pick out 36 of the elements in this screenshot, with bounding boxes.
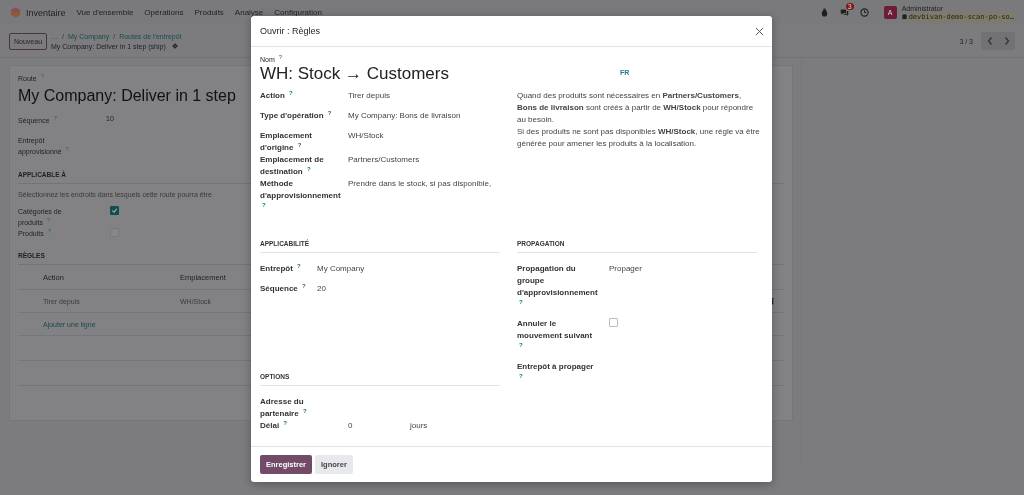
field-label: Emplacement d'origine $^{?}$: [260, 130, 314, 154]
close-icon[interactable]: [755, 26, 764, 36]
menu-item[interactable]: Produits: [194, 8, 224, 17]
field-label: Type d'opération $^{?}$: [260, 110, 333, 122]
checkbox[interactable]: [110, 206, 119, 215]
field-label: Entrepôt $^{?}$: [260, 263, 302, 275]
field-value[interactable]: My Company: Bons de livraison: [348, 110, 500, 130]
field-label: Délai $^{?}$: [260, 420, 288, 432]
database-icon: [901, 14, 907, 20]
checkbox[interactable]: [609, 318, 618, 327]
app-name[interactable]: Inventaire: [26, 7, 66, 18]
clock-icon[interactable]: [859, 8, 869, 17]
menu-item[interactable]: Opérations: [144, 8, 184, 17]
menu-item[interactable]: Configuration: [274, 8, 322, 17]
field-value[interactable]: 0: [348, 420, 410, 440]
bug-icon[interactable]: [819, 8, 829, 17]
rule-name-field[interactable]: WH: Stock → Customers: [260, 64, 449, 84]
description-text: Si des produits ne sont pas disponibles WH/Stock, une règle va être générée pour amener les produits à la localisation.: [517, 126, 761, 150]
field-label: Adresse du partenaire $^{?}$: [260, 396, 308, 420]
field-value[interactable]: Tirer depuis: [348, 90, 500, 110]
field-value[interactable]: 20: [317, 283, 326, 303]
chevron-left-icon: [985, 36, 994, 46]
settings-icon[interactable]: [171, 43, 178, 49]
menu-item[interactable]: Analyse: [234, 8, 264, 17]
chevron-right-icon: [1002, 36, 1011, 46]
field-label: Séquence $^{?}$: [260, 283, 307, 295]
unit-label: jours: [410, 420, 428, 432]
field-value[interactable]: My Company: [317, 263, 365, 283]
menu-item[interactable]: Vue d'ensemble: [76, 8, 134, 17]
dialog-title: Ouvrir : Règles: [260, 26, 322, 36]
field-value[interactable]: Propager: [609, 263, 642, 318]
field-label: Action $^{?}$: [260, 90, 294, 102]
field-value[interactable]: WH/Stock: [348, 130, 500, 154]
route-title: My Company: Deliver in 1 step: [18, 87, 236, 105]
description-text: Quand des produits sont nécessaires en Partners/Customers, Bons de livraison sont créés à partir de WH/Stock pour répondre au besoin.: [517, 90, 755, 126]
chat-icon[interactable]: [839, 8, 849, 17]
